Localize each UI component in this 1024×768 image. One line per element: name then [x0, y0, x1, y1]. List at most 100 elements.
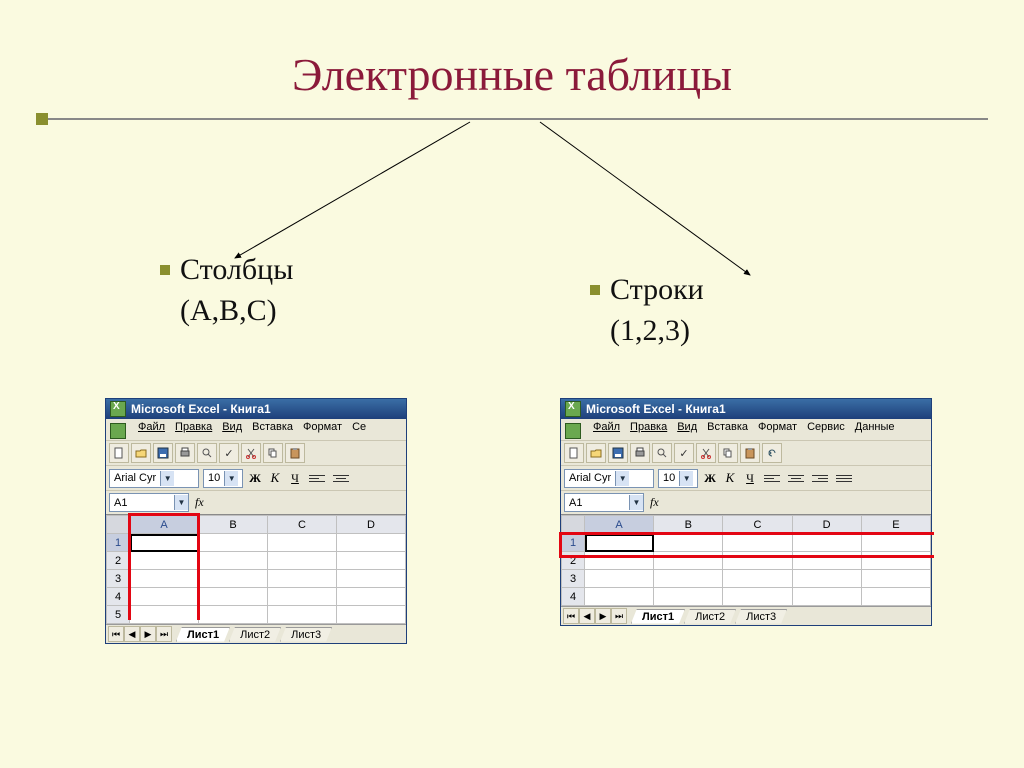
copy-icon[interactable]	[718, 443, 738, 463]
row-header[interactable]: 1	[107, 534, 130, 552]
standard-toolbar[interactable]: ✓	[106, 440, 406, 465]
worksheet-grid[interactable]: A B C D E 1 2 3 4	[561, 514, 931, 606]
sheet-tab[interactable]: Лист1	[631, 609, 685, 624]
bold-button[interactable]: Ж	[702, 470, 718, 486]
underline-button[interactable]: Ч	[742, 470, 758, 486]
standard-toolbar[interactable]: ✓	[561, 440, 931, 465]
cell[interactable]	[130, 552, 199, 570]
row-header[interactable]: 3	[107, 570, 130, 588]
spellcheck-icon[interactable]: ✓	[674, 443, 694, 463]
sheet-tab[interactable]: Лист2	[229, 627, 281, 642]
menu-insert[interactable]: Вставка	[252, 421, 293, 437]
align-center-icon[interactable]	[331, 468, 351, 488]
row-header[interactable]: 5	[107, 606, 130, 624]
formatting-toolbar[interactable]: Arial Cyr▼ 10▼ Ж К Ч	[561, 465, 931, 490]
align-left-icon[interactable]	[762, 468, 782, 488]
cell[interactable]	[337, 534, 406, 552]
italic-button[interactable]: К	[267, 470, 283, 486]
save-icon[interactable]	[153, 443, 173, 463]
paste-icon[interactable]	[285, 443, 305, 463]
menu-format[interactable]: Формат	[303, 421, 342, 437]
menu-insert[interactable]: Вставка	[707, 421, 748, 437]
select-all-corner[interactable]	[562, 516, 585, 534]
paste-icon[interactable]	[740, 443, 760, 463]
row-header[interactable]: 2	[107, 552, 130, 570]
nav-last-icon[interactable]: ⏭	[611, 608, 627, 624]
sheet-tab[interactable]: Лист1	[176, 627, 230, 642]
formula-bar[interactable]: A1▼ fx	[106, 490, 406, 514]
save-icon[interactable]	[608, 443, 628, 463]
menu-tools[interactable]: Се	[352, 421, 366, 437]
sheet-tabs-bar[interactable]: ⏮ ◀ ▶ ⏭ Лист1 Лист2 Лист3	[561, 606, 931, 625]
align-center-icon[interactable]	[786, 468, 806, 488]
worksheet-grid[interactable]: A B C D 1 2 3 4 5	[106, 514, 406, 624]
row-header[interactable]: 2	[562, 552, 585, 570]
new-icon[interactable]	[109, 443, 129, 463]
sheet-tab[interactable]: Лист3	[280, 627, 332, 642]
align-right-icon[interactable]	[810, 468, 830, 488]
col-header-c[interactable]: C	[268, 516, 337, 534]
spellcheck-icon[interactable]: ✓	[219, 443, 239, 463]
bold-button[interactable]: Ж	[247, 470, 263, 486]
col-header-a[interactable]: A	[585, 516, 654, 534]
nav-first-icon[interactable]: ⏮	[108, 626, 124, 642]
cut-icon[interactable]	[696, 443, 716, 463]
cut-icon[interactable]	[241, 443, 261, 463]
font-size-combo[interactable]: 10▼	[203, 469, 243, 488]
search-icon[interactable]	[652, 443, 672, 463]
align-left-icon[interactable]	[307, 468, 327, 488]
name-box[interactable]: A1▼	[564, 493, 644, 512]
nav-next-icon[interactable]: ▶	[595, 608, 611, 624]
nav-last-icon[interactable]: ⏭	[156, 626, 172, 642]
select-all-corner[interactable]	[107, 516, 130, 534]
fx-label[interactable]: fx	[195, 495, 204, 510]
sheet-tab[interactable]: Лист3	[735, 609, 787, 624]
formatting-toolbar[interactable]: Arial Cyr▼ 10▼ Ж К Ч	[106, 465, 406, 490]
name-box[interactable]: A1▼	[109, 493, 189, 512]
undo-icon[interactable]	[762, 443, 782, 463]
italic-button[interactable]: К	[722, 470, 738, 486]
col-header-b[interactable]: B	[654, 516, 723, 534]
font-size-combo[interactable]: 10▼	[658, 469, 698, 488]
cell[interactable]	[199, 534, 268, 552]
col-header-c[interactable]: C	[723, 516, 792, 534]
nav-prev-icon[interactable]: ◀	[124, 626, 140, 642]
row-header[interactable]: 4	[107, 588, 130, 606]
col-header-a[interactable]: A	[130, 516, 199, 534]
nav-prev-icon[interactable]: ◀	[579, 608, 595, 624]
row-header[interactable]: 3	[562, 570, 585, 588]
open-icon[interactable]	[586, 443, 606, 463]
cell[interactable]	[268, 534, 337, 552]
underline-button[interactable]: Ч	[287, 470, 303, 486]
menu-view[interactable]: Вид	[677, 421, 697, 437]
font-name-combo[interactable]: Arial Cyr▼	[564, 469, 654, 488]
nav-first-icon[interactable]: ⏮	[563, 608, 579, 624]
menu-tools[interactable]: Сервис	[807, 421, 845, 437]
tab-nav[interactable]: ⏮ ◀ ▶ ⏭	[108, 626, 172, 642]
row-header[interactable]: 4	[562, 588, 585, 606]
col-header-e[interactable]: E	[861, 516, 930, 534]
menu-edit[interactable]: Правка	[630, 421, 667, 437]
print-icon[interactable]	[175, 443, 195, 463]
cell[interactable]	[585, 534, 654, 552]
open-icon[interactable]	[131, 443, 151, 463]
sheet-tab[interactable]: Лист2	[684, 609, 736, 624]
menu-file[interactable]: Файл	[138, 421, 165, 437]
tab-nav[interactable]: ⏮ ◀ ▶ ⏭	[563, 608, 627, 624]
menu-edit[interactable]: Правка	[175, 421, 212, 437]
print-icon[interactable]	[630, 443, 650, 463]
nav-next-icon[interactable]: ▶	[140, 626, 156, 642]
menu-file[interactable]: Файл	[593, 421, 620, 437]
row-header[interactable]: 1	[562, 534, 585, 552]
menu-bar[interactable]: Файл Правка Вид Вставка Формат Се	[106, 419, 406, 440]
merge-icon[interactable]	[834, 468, 854, 488]
font-name-combo[interactable]: Arial Cyr▼	[109, 469, 199, 488]
search-icon[interactable]	[197, 443, 217, 463]
menu-view[interactable]: Вид	[222, 421, 242, 437]
menu-data[interactable]: Данные	[855, 421, 895, 437]
fx-label[interactable]: fx	[650, 495, 659, 510]
menu-format[interactable]: Формат	[758, 421, 797, 437]
col-header-d[interactable]: D	[337, 516, 406, 534]
cell[interactable]	[130, 534, 199, 552]
formula-bar[interactable]: A1▼ fx	[561, 490, 931, 514]
